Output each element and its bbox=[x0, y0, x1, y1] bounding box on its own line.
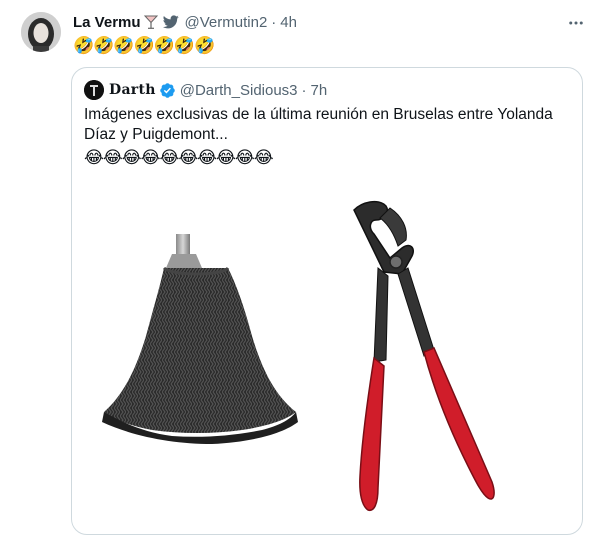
cocktail-glass-icon bbox=[143, 14, 159, 30]
quote-author-handle[interactable]: @Darth_Sidious3 bbox=[180, 82, 298, 99]
separator-dot: · bbox=[271, 13, 277, 31]
author-avatar[interactable] bbox=[21, 12, 61, 52]
quote-header: Darth @Darth_Sidious3 · 7h bbox=[84, 80, 327, 100]
tweet-text: 🤣🤣🤣🤣🤣🤣🤣 bbox=[73, 36, 215, 55]
tweet-header: La Vermu @Vermutin2 · 4h bbox=[73, 12, 297, 32]
tweet[interactable]: La Vermu @Vermutin2 · 4h 🤣🤣🤣🤣🤣🤣🤣 Darth @… bbox=[0, 0, 600, 539]
verified-badge-icon bbox=[159, 82, 176, 99]
tweet-time[interactable]: 4h bbox=[280, 14, 297, 31]
mop-head-image bbox=[102, 234, 298, 444]
author-handle[interactable]: @Vermutin2 bbox=[185, 14, 268, 31]
pliers-image bbox=[353, 200, 495, 512]
author-name[interactable]: La Vermu bbox=[73, 14, 141, 31]
quote-author-avatar[interactable] bbox=[84, 80, 104, 100]
quote-text: Imágenes exclusivas de la última reunión… bbox=[84, 106, 553, 143]
quote-emoji-line: 😂😂😂😂😂😂😂😂😂😂 bbox=[84, 148, 274, 167]
separator-dot: · bbox=[301, 81, 307, 99]
quote-time[interactable]: 7h bbox=[311, 82, 328, 99]
quote-author-name[interactable]: Darth bbox=[109, 82, 156, 98]
twitter-bird-icon bbox=[162, 15, 179, 29]
quoted-tweet[interactable]: Darth @Darth_Sidious3 · 7h Imágenes excl… bbox=[71, 67, 583, 535]
quote-media[interactable] bbox=[72, 176, 582, 534]
more-options-icon[interactable] bbox=[564, 11, 588, 35]
